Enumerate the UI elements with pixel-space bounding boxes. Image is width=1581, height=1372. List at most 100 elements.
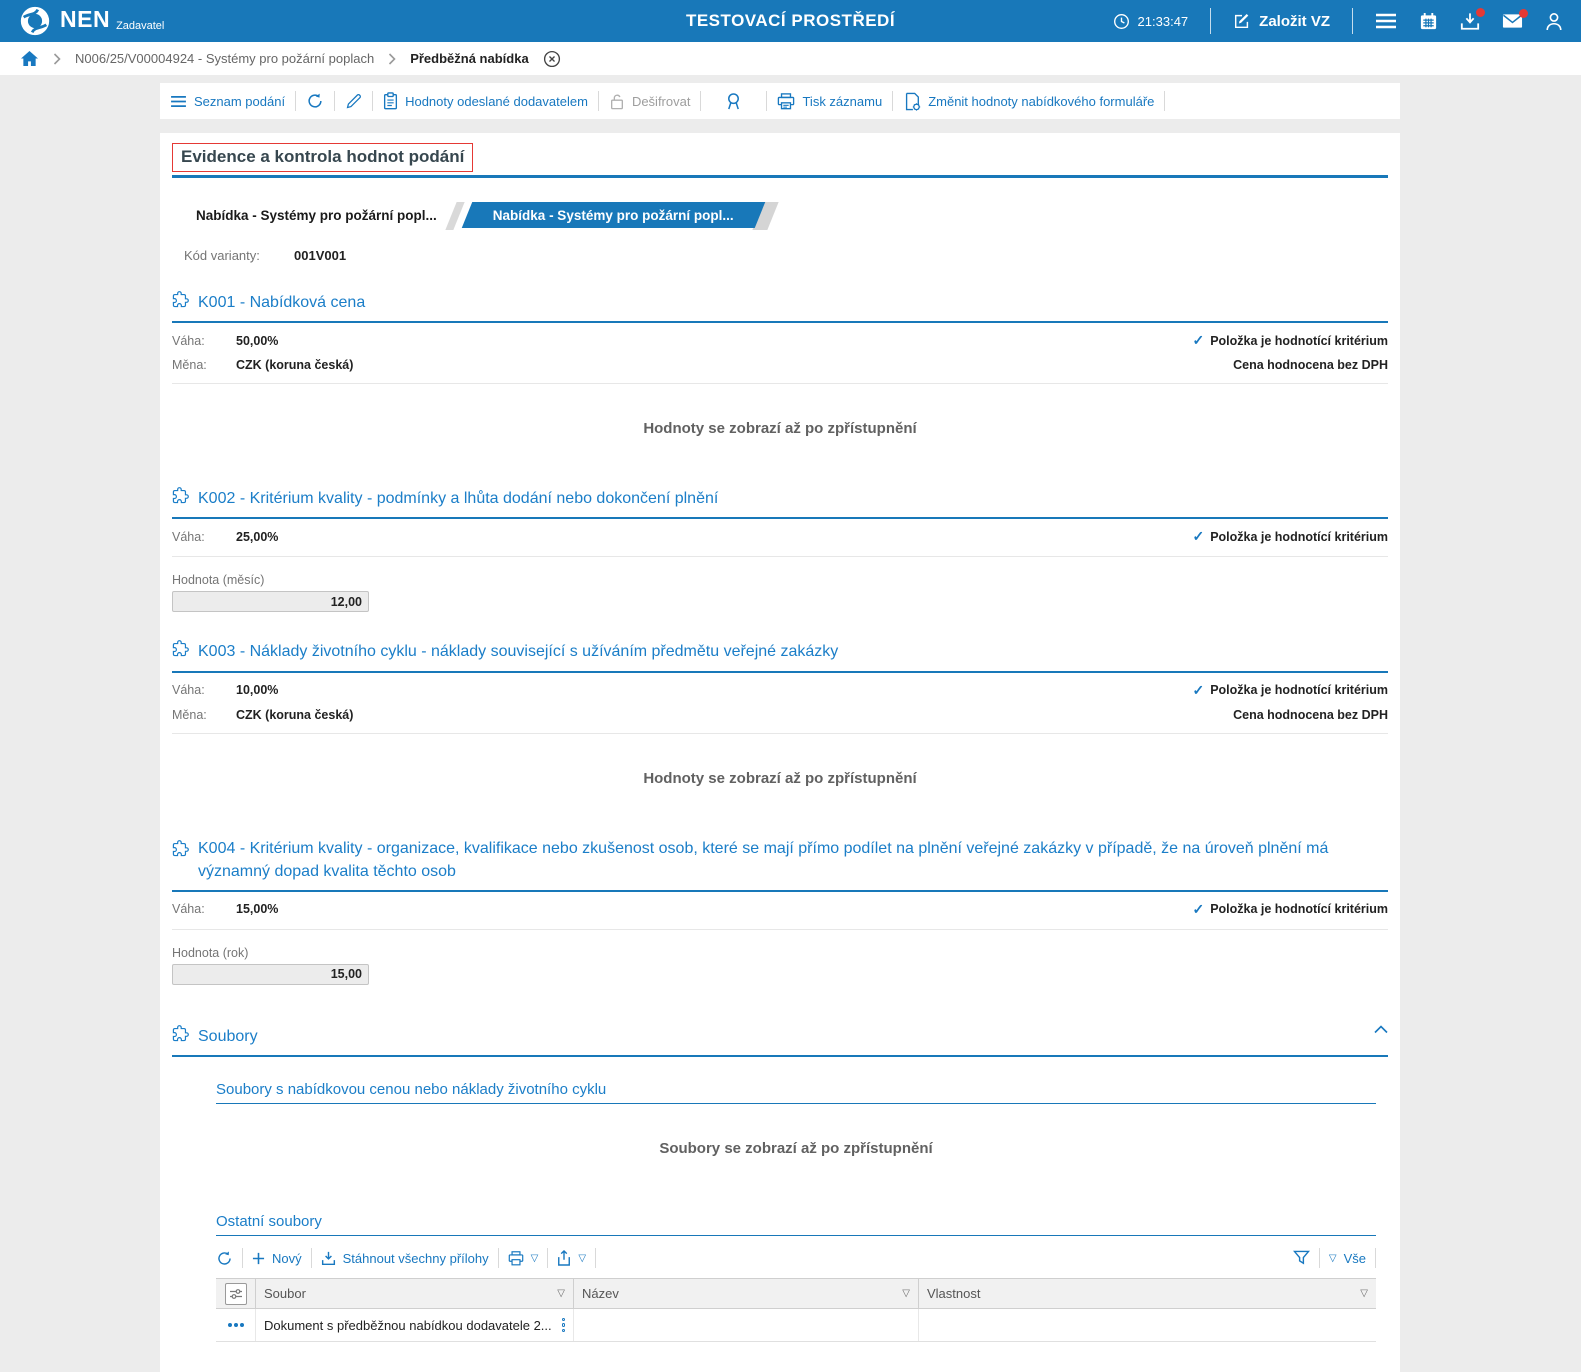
app-header: NEN Zadavatel TESTOVACÍ PROSTŘEDÍ 21:33:…: [0, 0, 1581, 42]
download-icon: [321, 1251, 336, 1266]
printer-icon: [508, 1250, 524, 1266]
files-toolbar: Nový Stáhnout všechny přílohy ▽ ▽ ▽ Vše: [216, 1236, 1376, 1278]
row-actions-cell[interactable]: [216, 1309, 256, 1342]
files-table-header: Soubor ▽ Název ▽ Vlastnost ▽: [216, 1278, 1376, 1310]
header-divider: [1352, 8, 1353, 34]
weight-value: 15,00%: [236, 902, 279, 917]
column-header-soubor[interactable]: Soubor ▽: [256, 1279, 574, 1309]
column-filter-caret-icon[interactable]: ▽: [1360, 1288, 1368, 1299]
user-profile-button[interactable]: [1545, 12, 1563, 31]
clock-icon: [1113, 13, 1130, 30]
person-icon: [1545, 12, 1563, 31]
brand-role: Zadavatel: [116, 20, 165, 32]
value-field-label: Hodnota (rok): [172, 945, 249, 960]
tisk-zaznamu-button[interactable]: Tisk záznamu: [777, 92, 882, 110]
compose-icon: [1233, 12, 1251, 30]
chevron-right-icon: [388, 52, 396, 65]
nen-logo[interactable]: NEN Zadavatel: [18, 4, 164, 38]
caret-down-icon: ▽: [1328, 1252, 1337, 1264]
funnel-filter-icon[interactable]: [1292, 1250, 1310, 1266]
desifrovat-button[interactable]: Dešifrovat: [609, 93, 690, 110]
refresh-icon: [306, 92, 324, 110]
files-placeholder: Soubory se zobrazí až po zpřístupnění: [659, 1140, 933, 1158]
row-menu-icon[interactable]: [561, 1317, 565, 1333]
download-all-button[interactable]: Stáhnout všechny přílohy: [321, 1251, 489, 1266]
caret-down-icon: ▽: [530, 1252, 539, 1264]
refresh-icon[interactable]: [216, 1250, 233, 1267]
weight-label: Váha:: [172, 529, 205, 544]
messages-badge: [1519, 9, 1528, 18]
breadcrumb-item-procedure[interactable]: N006/25/V00004924 - Systémy pro požární …: [75, 51, 374, 66]
currency-value: CZK (koruna česká): [236, 707, 354, 722]
check-icon: ✓: [1192, 681, 1205, 698]
seal-icon: [725, 92, 742, 111]
weight-label: Váha:: [172, 333, 205, 348]
column-filter-caret-icon[interactable]: ▽: [902, 1288, 910, 1299]
print-menu-button[interactable]: ▽: [508, 1250, 539, 1266]
downloads-badge: [1476, 7, 1485, 17]
title-rule: [172, 175, 1388, 178]
tab-nabidka-2-active[interactable]: Nabídka - Systémy pro požární popl...: [467, 202, 760, 228]
value-field-input[interactable]: [172, 591, 369, 613]
row-cell-vlastnost[interactable]: [919, 1309, 1376, 1341]
breadcrumb-item-current[interactable]: Předběžná nabídka: [410, 51, 528, 66]
zmenit-hodnoty-button[interactable]: Změnit hodnoty nabídkového formuláře: [903, 92, 1154, 111]
criterion-section-k001: K001 - Nabídková cena Váha: 50,00% ✓ Pol…: [172, 291, 1388, 459]
currency-value: CZK (koruna česká): [236, 358, 354, 373]
weight-label: Váha:: [172, 683, 205, 698]
criterion-title: K004 - Kritérium kvality - organizace, k…: [198, 839, 1329, 880]
value-field-input[interactable]: [172, 963, 369, 985]
chevron-right-icon: [53, 52, 61, 65]
column-header-vlastnost[interactable]: Vlastnost ▽: [919, 1279, 1376, 1308]
export-menu-button[interactable]: ▽: [557, 1250, 586, 1266]
clock-time: 21:33:47: [1137, 13, 1189, 29]
weight-label: Váha:: [172, 902, 205, 917]
puzzle-icon: [172, 839, 189, 857]
breadcrumb: N006/25/V00004924 - Systémy pro požární …: [0, 42, 1581, 75]
refresh-button[interactable]: [306, 92, 324, 110]
weight-value: 25,00%: [236, 529, 279, 544]
values-placeholder: Hodnoty se zobrazí až po zpřístupnění: [643, 420, 917, 438]
tab-nabidka-1[interactable]: Nabídka - Systémy pro požární popl...: [184, 202, 467, 228]
edit-button[interactable]: [345, 93, 362, 110]
variant-code-row: Kód varianty: 001V001: [184, 248, 1400, 263]
table-row[interactable]: Dokument s předběžnou nabídkou dodavatel…: [216, 1309, 1376, 1343]
seal-button[interactable]: [725, 92, 742, 111]
other-files-subsection: Ostatní soubory Nový Stáhnout všechny př…: [216, 1213, 1376, 1343]
create-vz-button[interactable]: Založit VZ: [1233, 12, 1330, 30]
collapse-chevron-up-icon[interactable]: [1374, 1025, 1388, 1034]
variant-code-label: Kód varianty:: [184, 248, 260, 263]
hodnoty-odeslane-button[interactable]: Hodnoty odeslané dodavatelem: [383, 92, 588, 110]
record-toolbar: Seznam podání Hodnoty odeslané dodavatel…: [160, 83, 1400, 119]
messages-button[interactable]: [1502, 9, 1528, 29]
downloads-button[interactable]: [1460, 7, 1485, 31]
caret-down-icon: ▽: [578, 1252, 587, 1264]
price-files-subsection: Soubory s nabídkovou cenou nebo náklady …: [216, 1081, 1376, 1179]
value-field-group: Hodnota (rok): [172, 946, 1388, 985]
row-cell-nazev[interactable]: [574, 1309, 919, 1342]
home-icon[interactable]: [20, 50, 39, 67]
row-cell-soubor[interactable]: Dokument s předběžnou nabídkou dodavatel…: [256, 1309, 574, 1342]
value-field-group: Hodnota (měsíc): [172, 573, 1388, 613]
criterion-section-k003: K003 - Náklady životního cyklu - náklady…: [172, 640, 1388, 808]
column-header-nazev[interactable]: Název ▽: [574, 1279, 919, 1309]
seznam-podani-button[interactable]: Seznam podání: [170, 94, 285, 109]
filter-all-dropdown[interactable]: ▽ Vše: [1329, 1251, 1366, 1266]
menu-button[interactable]: [1375, 13, 1397, 29]
criterion-section-k002: K002 - Kritérium kvality - podmínky a lh…: [172, 487, 1388, 613]
list-icon: [170, 95, 187, 108]
column-settings-cell[interactable]: [216, 1279, 256, 1309]
currency-label: Měna:: [172, 707, 207, 722]
unlock-icon: [609, 93, 625, 110]
vat-note: Cena hodnocena bez DPH: [1233, 707, 1388, 722]
close-circle-icon[interactable]: [543, 50, 561, 68]
new-file-button[interactable]: Nový: [252, 1251, 302, 1266]
puzzle-icon: [172, 291, 189, 308]
row-actions-icon: [227, 1323, 244, 1328]
page-title: Evidence a kontrola hodnot podání: [172, 143, 474, 172]
column-filter-caret-icon[interactable]: ▽: [557, 1288, 565, 1299]
criterion-title: K003 - Náklady životního cyklu - náklady…: [198, 643, 839, 661]
nen-logo-icon: [18, 4, 52, 38]
calendar-button[interactable]: [1419, 12, 1438, 31]
printer-icon: [777, 92, 795, 110]
